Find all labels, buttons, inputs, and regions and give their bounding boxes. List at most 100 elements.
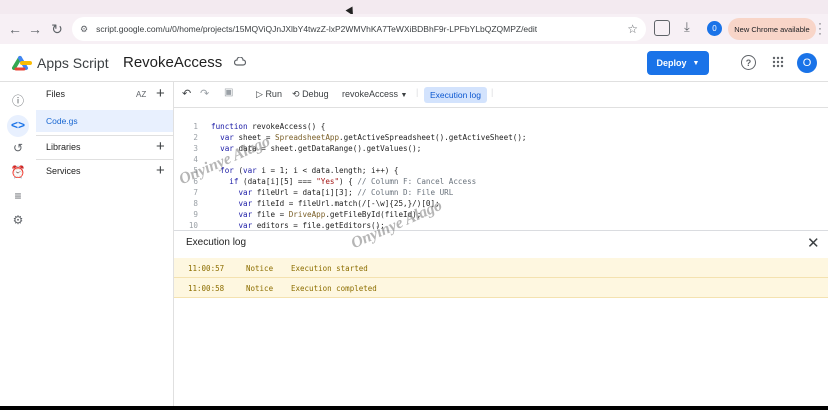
services-heading: Services [46, 166, 81, 176]
sidebar-divider [36, 135, 173, 136]
address-url[interactable]: script.google.com/u/0/home/projects/15MQ… [96, 24, 537, 34]
execution-log-panel: Execution log ✕ 11:00:57 Notice Executio… [174, 230, 828, 406]
chevron-down-icon: ▼ [400, 92, 408, 99]
code-line[interactable]: 1 function revokeAccess() { [174, 122, 828, 133]
log-message: Execution completed [291, 284, 377, 293]
log-level: Notice [246, 284, 274, 293]
editor-code-icon[interactable]: <> [10, 117, 26, 133]
line-number: 7 [193, 188, 198, 197]
debug-icon: ⟲ [292, 89, 300, 99]
line-number: 5 [193, 166, 198, 175]
code-text[interactable]: for (var i = 1; i < data.length; i++) { [211, 166, 398, 175]
line-number: 3 [193, 144, 198, 153]
execution-log-button[interactable]: Execution log [424, 87, 487, 103]
browser-toolbar: ← → ↻ ⚙ script.google.com/u/0/home/proje… [0, 14, 828, 44]
log-entry: 11:00:57 Notice Execution started [174, 258, 828, 278]
editor-toolbar: ↶ ↷ ▣ ▷ Run ⟲ Debug revokeAccess ▼ | Exe… [174, 82, 828, 108]
toolbar-divider: | [491, 87, 494, 97]
code-text[interactable]: if (data[i][5] === "Yes") { // Column F:… [211, 177, 476, 186]
code-line[interactable]: 10 var editors = file.getEditors(); [174, 221, 828, 230]
app-name: Apps Script [37, 55, 109, 71]
left-nav-rail: ⓘ <> ↺ ⏰ ≡ ⚙ [0, 82, 36, 406]
code-text[interactable]: var file = DriveApp.getFileById(fileId); [211, 210, 421, 219]
log-time: 11:00:57 [188, 264, 225, 273]
code-text[interactable]: var fileId = fileUrl.match(/[-\w]{25,}/)… [211, 199, 439, 208]
address-bar[interactable]: ⚙ script.google.com/u/0/home/projects/15… [72, 17, 646, 41]
code-line[interactable]: 5 for (var i = 1; i < data.length; i++) … [174, 166, 828, 177]
debug-label: Debug [302, 89, 329, 99]
add-file-icon[interactable]: + [156, 86, 165, 101]
undo-icon[interactable]: ↶ [182, 87, 191, 100]
line-number: 9 [193, 210, 198, 219]
executions-list-icon[interactable]: ≡ [10, 188, 26, 204]
play-icon: ▷ [256, 89, 263, 99]
apps-script-header: Apps Script RevokeAccess Deploy ▼ ? O [0, 44, 828, 82]
google-apps-icon[interactable] [772, 56, 784, 68]
bookmark-star-icon[interactable]: ☆ [627, 22, 638, 36]
line-number: 8 [193, 199, 198, 208]
line-number: 1 [193, 122, 198, 131]
project-title[interactable]: RevokeAccess [123, 54, 222, 71]
back-icon[interactable]: ← [4, 18, 26, 40]
line-number: 2 [193, 133, 198, 142]
function-selector[interactable]: revokeAccess ▼ [342, 89, 407, 99]
run-button[interactable]: ▷ Run [256, 89, 282, 100]
log-time: 11:00:58 [188, 284, 225, 293]
run-label: Run [265, 89, 282, 99]
function-name: revokeAccess [342, 89, 399, 99]
profile-badge[interactable]: 0 [707, 21, 722, 36]
code-editor[interactable]: 1 function revokeAccess() { 2 var sheet = … [174, 108, 828, 230]
deploy-button[interactable]: Deploy ▼ [647, 51, 709, 75]
execution-log-title: Execution log [186, 237, 247, 248]
account-avatar[interactable]: O [797, 53, 817, 73]
redo-icon[interactable]: ↷ [200, 87, 209, 100]
code-text[interactable]: var sheet = SpreadsheetApp.getActiveSpre… [211, 133, 526, 142]
debug-button[interactable]: ⟲ Debug [292, 89, 329, 100]
code-line[interactable]: 7 var fileUrl = data[i][3]; // Column D:… [174, 188, 828, 199]
triggers-alarm-icon[interactable]: ⏰ [10, 164, 26, 180]
code-line[interactable]: 8 var fileId = fileUrl.match(/[-\w]{25,}… [174, 199, 828, 210]
log-message: Execution started [291, 264, 368, 273]
close-icon[interactable]: ✕ [807, 234, 820, 252]
libraries-heading: Libraries [46, 142, 81, 152]
deploy-label: Deploy [656, 58, 687, 68]
log-level: Notice [246, 264, 274, 273]
overview-info-icon[interactable]: ⓘ [10, 92, 26, 108]
files-heading: Files [46, 89, 66, 99]
add-library-icon[interactable]: + [156, 139, 165, 154]
code-text[interactable]: var fileUrl = data[i][3]; // Column D: F… [211, 188, 453, 197]
chevron-down-icon: ▼ [692, 59, 700, 67]
code-text[interactable]: function revokeAccess() { [211, 122, 325, 131]
file-item-code-gs[interactable]: Code.gs [36, 110, 173, 132]
site-info-icon[interactable]: ⚙ [80, 24, 88, 35]
line-number: 4 [193, 155, 198, 164]
code-line[interactable]: 3 var data = sheet.getDataRange().getVal… [174, 144, 828, 155]
add-service-icon[interactable]: + [156, 163, 165, 178]
sort-files-icon[interactable]: AZ [136, 90, 146, 99]
code-line[interactable]: 6 if (data[i][5] === "Yes") { // Column … [174, 177, 828, 188]
save-icon[interactable]: ▣ [224, 87, 233, 98]
help-icon[interactable]: ? [741, 55, 756, 70]
chrome-menu-icon[interactable]: · · · [818, 17, 822, 39]
code-text[interactable]: var data = sheet.getDataRange().getValue… [211, 144, 421, 153]
code-line[interactable]: 2 var sheet = SpreadsheetApp.getActiveSp… [174, 133, 828, 144]
triggers-history-icon[interactable]: ↺ [10, 140, 26, 156]
file-name: Code.gs [46, 116, 78, 126]
reload-icon[interactable]: ↻ [46, 18, 68, 40]
extensions-icon[interactable] [654, 20, 670, 36]
cloud-saved-icon [234, 57, 246, 66]
sidebar-divider [36, 159, 173, 160]
new-chrome-available-button[interactable]: New Chrome available [728, 18, 816, 40]
forward-icon[interactable]: → [24, 18, 46, 40]
code-line[interactable]: 9 var file = DriveApp.getFileById(fileId… [174, 210, 828, 221]
code-line[interactable]: 4 [174, 155, 828, 166]
download-icon[interactable]: ⤓ [684, 19, 690, 35]
log-entry: 11:00:58 Notice Execution completed [174, 278, 828, 298]
settings-gear-icon[interactable]: ⚙ [10, 212, 26, 228]
files-sidebar: Files AZ + Code.gs Libraries + Services … [36, 82, 174, 406]
bottom-border [0, 406, 828, 410]
line-number: 6 [193, 177, 198, 186]
line-number: 10 [188, 221, 198, 230]
code-text[interactable]: var editors = file.getEditors(); [211, 221, 384, 230]
browser-tab-strip [0, 0, 828, 14]
